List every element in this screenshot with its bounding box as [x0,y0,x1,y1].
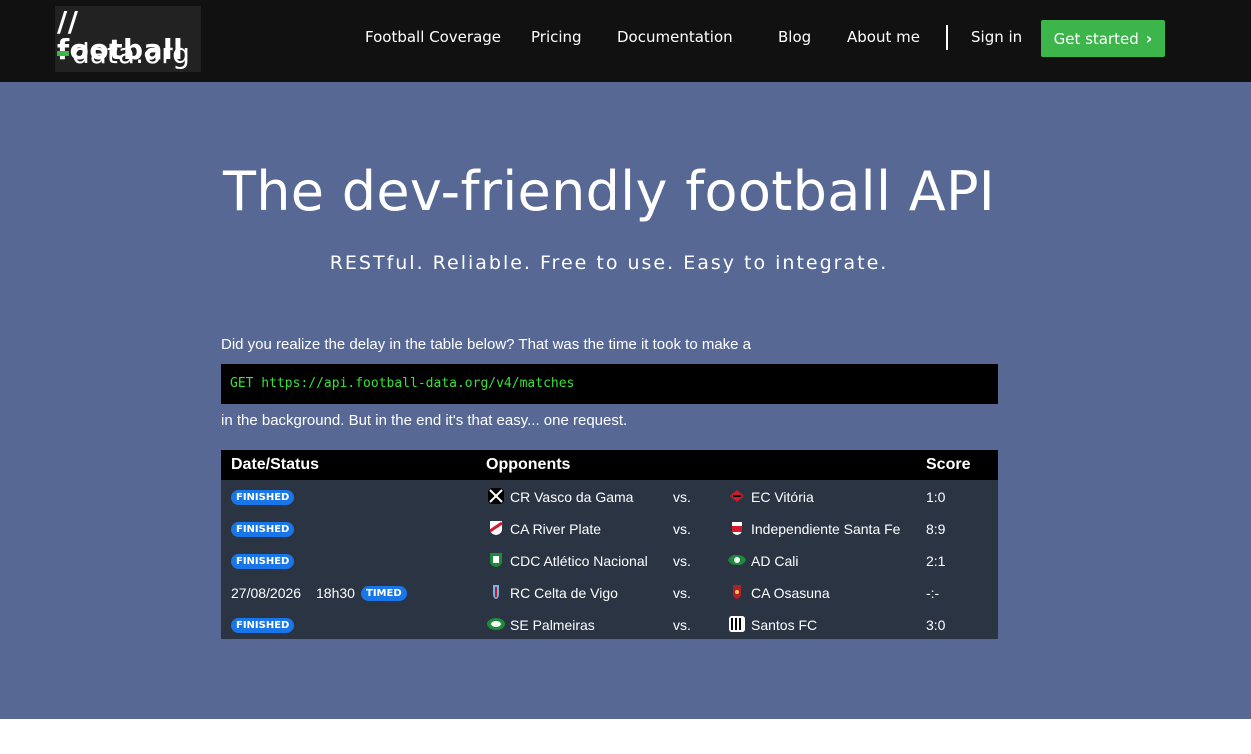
home-team: RC Celta de Vigo [510,585,618,601]
home-team: CA River Plate [510,521,602,537]
header-score: Score [926,456,971,473]
away-team: Santos FC [751,617,818,633]
team-crest-icon [488,488,504,504]
home-team: CDC Atlético Nacional [510,553,648,569]
logo-line-2: data.org [57,40,190,68]
outro-text: in the background. But in the end it's t… [221,412,628,429]
team-crest-icon [727,552,747,568]
match-score: 1:0 [926,489,946,505]
header-opponents: Opponents [486,456,571,473]
status-badge: FINISHED [231,522,295,537]
vs-label: vs. [673,521,691,537]
team-crest-icon [729,616,745,632]
table-row: FINISHED CR Vasco da Gama vs. EC Vitória… [221,480,998,512]
team-crest-icon [729,584,745,600]
vs-label: vs. [673,489,691,505]
hero-tagline: RESTful. Reliable. Free to use. Easy to … [329,252,889,274]
match-score: 8:9 [926,521,946,537]
page-footer-strip [0,719,1251,754]
status-badge: FINISHED [231,618,295,633]
table-row: 27/08/2026 18h30 TIMED RC Celta de Vigo … [221,576,998,608]
get-started-button[interactable]: Get started › [1041,20,1165,57]
table-row: FINISHED SE Palmeiras vs. Santos FC 3:0 [221,608,998,640]
vs-label: vs. [673,585,691,601]
logo-dash [57,50,69,56]
nav-divider [946,25,948,50]
top-navbar: // football data.org Football Coverage P… [0,0,1251,82]
header-date-status: Date/Status [231,456,320,473]
status-badge: TIMED [361,586,407,601]
get-started-label: Get started [1053,29,1139,48]
hero-section: The dev-friendly football API RESTful. R… [0,82,1251,719]
hero-title: The dev-friendly football API [222,160,996,223]
chevron-right-icon: › [1145,29,1153,48]
match-score: -:- [926,585,940,601]
site-logo[interactable]: // football data.org [55,6,201,72]
home-team: SE Palmeiras [510,617,595,633]
team-crest-icon [486,616,506,632]
intro-text: Did you realize the delay in the table b… [221,336,752,353]
match-score: 2:1 [926,553,946,569]
away-team: Independiente Santa Fe [751,521,901,537]
away-team: AD Cali [751,553,799,569]
vs-label: vs. [673,617,691,633]
table-header: Date/Status Opponents Score [221,450,998,480]
sign-in-link[interactable]: Sign in [971,28,1022,46]
status-badge: FINISHED [231,554,295,569]
team-crest-icon [729,520,745,536]
away-team: CA Osasuna [751,585,830,601]
nav-pricing[interactable]: Pricing [531,28,582,46]
api-request-code: GET https://api.football-data.org/v4/mat… [221,364,998,404]
table-row: FINISHED CA River Plate vs. Independient… [221,512,998,544]
status-badge: FINISHED [231,490,295,505]
match-score: 3:0 [926,617,946,633]
match-time: 18h30 [316,585,355,601]
nav-blog[interactable]: Blog [778,28,811,46]
team-crest-icon [729,488,745,504]
nav-football-coverage[interactable]: Football Coverage [365,28,501,46]
home-team: CR Vasco da Gama [510,489,634,505]
nav-documentation[interactable]: Documentation [617,28,733,46]
team-crest-icon [488,520,504,536]
team-crest-icon [488,584,504,600]
logo-line-2-text: data.org [72,37,190,70]
team-crest-icon [488,552,504,568]
table-row: FINISHED CDC Atlético Nacional vs. AD Ca… [221,544,998,576]
vs-label: vs. [673,553,691,569]
away-team: EC Vitória [751,489,814,505]
match-date: 27/08/2026 [231,585,302,601]
nav-about-me[interactable]: About me [847,28,920,46]
matches-table: Date/Status Opponents Score FINISHED CR … [221,450,998,639]
